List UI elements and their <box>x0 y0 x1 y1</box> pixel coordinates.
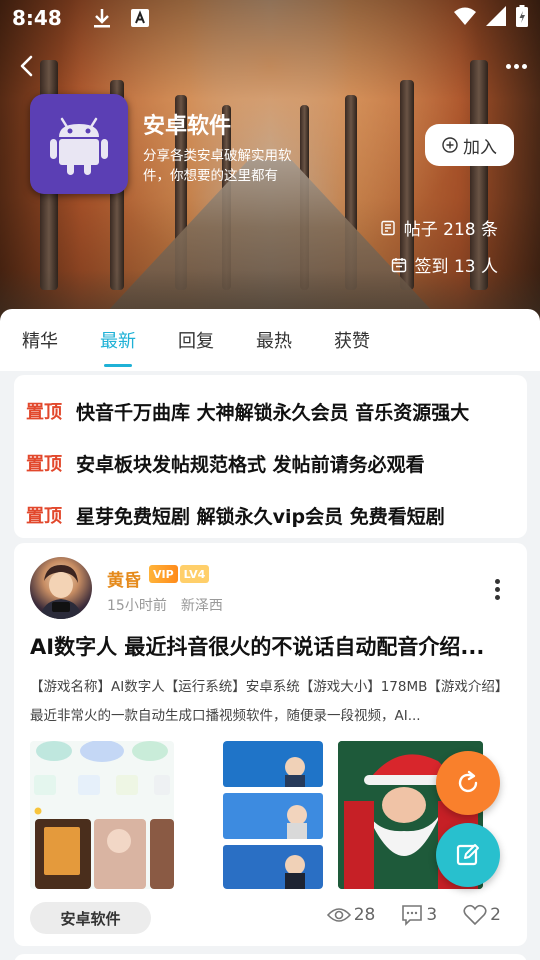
post-actions: 28 3 2 <box>326 904 501 926</box>
battery-icon <box>516 4 528 32</box>
post-location: 新泽西 <box>180 598 223 614</box>
post-title[interactable]: AI数字人 最近抖音很火的不说话自动配音介绍... <box>30 631 514 661</box>
download-icon <box>90 6 114 30</box>
top-bar <box>0 44 540 88</box>
pinned-title: 星芽免费短剧 解锁永久vip会员 免费看短剧 <box>76 505 445 528</box>
pinned-tag: 置顶 <box>26 506 62 527</box>
posts-stat: 帖子 218 条 <box>380 215 498 240</box>
username[interactable]: 黄昏 <box>107 566 141 591</box>
tab-latest[interactable]: 最新 <box>100 309 136 371</box>
level-badge: LV4 <box>179 565 210 583</box>
comment-icon <box>402 905 423 926</box>
more-button[interactable] <box>502 52 530 80</box>
pinned-tag: 置顶 <box>26 454 62 475</box>
android-icon <box>50 117 108 175</box>
font-icon <box>128 6 152 30</box>
board-description: 分享各类安卓破解实用软件，你想要的这里都有 <box>143 148 292 184</box>
pinned-item[interactable]: 置顶 星芽免费短剧 解锁永久vip会员 免费看短剧 <box>26 489 515 541</box>
status-time: 8:48 <box>12 6 62 30</box>
chevron-left-icon <box>20 55 33 77</box>
next-post-card[interactable] <box>14 954 527 960</box>
board-title: 安卓软件 <box>143 114 232 139</box>
vip-badge: VIP <box>149 565 178 583</box>
join-button[interactable]: 加入 <box>425 124 514 166</box>
likes-count: 2 <box>490 905 501 925</box>
heart-icon <box>463 904 487 926</box>
pinned-title: 快音千万曲库 大神解锁永久会员 音乐资源强大 <box>76 401 470 424</box>
posts-stat-text: 帖子 218 条 <box>403 220 498 240</box>
document-icon <box>381 220 395 235</box>
new-post-button[interactable] <box>436 823 500 887</box>
tab-bar: 精华 最新 回复 最热 获赞 <box>0 309 540 371</box>
eye-icon <box>326 908 351 922</box>
calendar-icon <box>391 257 406 272</box>
post-image[interactable] <box>30 741 174 889</box>
post-meta: 15小时前 新泽西 <box>107 595 223 615</box>
join-label: 加入 <box>463 137 497 158</box>
post-time: 15小时前 <box>107 598 167 614</box>
pinned-item[interactable]: 置顶 快音千万曲库 大神解锁永久会员 音乐资源强大 <box>26 385 515 437</box>
checkin-stat: 签到 13 人 <box>391 252 498 277</box>
refresh-icon <box>458 770 478 793</box>
status-bar: 8:48 <box>0 0 540 36</box>
pinned-tag: 置顶 <box>26 402 62 423</box>
checkin-stat-text: 签到 13 人 <box>414 257 498 277</box>
refresh-button[interactable] <box>436 751 500 815</box>
pinned-posts: 置顶 快音千万曲库 大神解锁永久会员 音乐资源强大 置顶 安卓板块发帖规范格式 … <box>14 375 527 538</box>
comments-count: 3 <box>426 905 438 925</box>
pinned-title: 安卓板块发帖规范格式 发帖前请务必观看 <box>76 453 425 476</box>
post-image[interactable] <box>223 741 323 889</box>
comment-button[interactable]: 3 <box>401 904 437 926</box>
post-card[interactable]: 黄昏 VIP LV4 15小时前 新泽西 AI数字人 最近抖音很火的不说话自动配音… <box>14 543 527 946</box>
post-images <box>30 741 500 889</box>
board-icon <box>30 94 128 194</box>
board-tag[interactable]: 安卓软件 <box>30 902 151 934</box>
views-count: 28 <box>353 905 376 925</box>
pinned-item[interactable]: 置顶 安卓板块发帖规范格式 发帖前请务必观看 <box>26 437 515 489</box>
like-button[interactable]: 2 <box>463 904 501 926</box>
tab-replies[interactable]: 回复 <box>178 309 214 371</box>
post-body[interactable]: 【游戏名称】AI数字人【运行系统】安卓系统【游戏大小】178MB【游戏介绍】最近… <box>30 673 514 731</box>
tab-featured[interactable]: 精华 <box>22 309 58 371</box>
tab-liked[interactable]: 获赞 <box>334 309 370 371</box>
tab-hottest[interactable]: 最热 <box>256 309 292 371</box>
edit-icon <box>456 844 479 866</box>
user-badges: VIP LV4 <box>149 565 210 583</box>
views-counter: 28 <box>326 905 376 925</box>
back-button[interactable] <box>14 52 42 80</box>
wifi-icon <box>454 6 476 30</box>
avatar[interactable] <box>30 557 92 619</box>
signal-icon <box>486 5 506 31</box>
plus-circle-icon <box>442 137 458 153</box>
post-more-button[interactable] <box>495 579 501 600</box>
